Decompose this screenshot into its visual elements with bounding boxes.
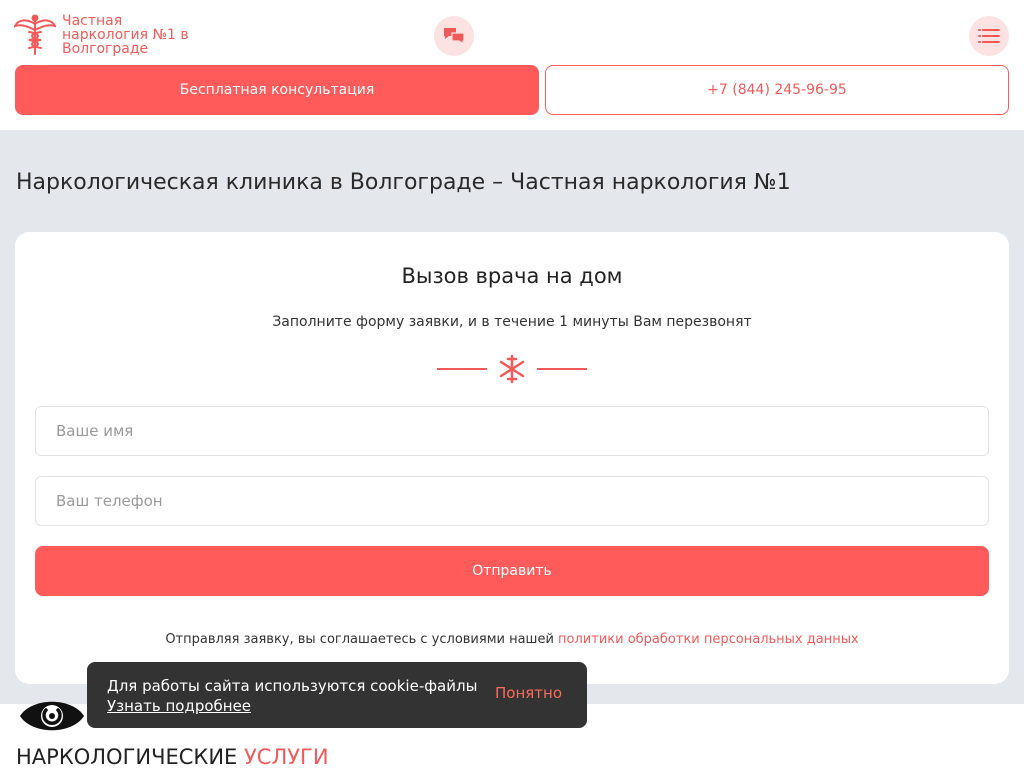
name-input[interactable] bbox=[35, 406, 989, 456]
chat-icon bbox=[444, 28, 465, 46]
privacy-policy-link[interactable]: политики обработки персональных данных bbox=[558, 632, 859, 647]
medical-star-icon bbox=[437, 354, 587, 384]
services-title-main: НАРКОЛОГИЧЕСКИЕ bbox=[16, 745, 238, 768]
cookie-accept-button[interactable]: Понятно bbox=[495, 684, 562, 702]
cookie-message: Для работы сайта используются cookie-фай… bbox=[107, 677, 478, 695]
form-title: Вызов врача на дом bbox=[401, 264, 623, 288]
logo-text: Частная наркология №1 в Волгограде bbox=[62, 13, 189, 57]
eye-icon[interactable] bbox=[18, 695, 86, 737]
caduceus-logo-icon bbox=[14, 14, 56, 55]
cookie-banner: Для работы сайта используются cookie-фай… bbox=[87, 662, 587, 728]
form-subtitle: Заполните форму заявки, и в течение 1 ми… bbox=[272, 314, 752, 330]
cookie-more-link[interactable]: Узнать подробнее bbox=[107, 696, 477, 716]
phone-input[interactable] bbox=[35, 476, 989, 526]
services-heading: НАРКОЛОГИЧЕСКИЕ УСЛУГИ bbox=[16, 745, 329, 768]
privacy-agreement: Отправляя заявку, вы соглашаетесь с усло… bbox=[15, 632, 1009, 647]
doctor-call-form-card: Вызов врача на дом Заполните форму заявк… bbox=[15, 232, 1009, 684]
chat-button[interactable] bbox=[434, 16, 474, 56]
submit-button[interactable]: Отправить bbox=[35, 546, 989, 596]
site-header: Частная наркология №1 в Волгограде Беспл… bbox=[0, 0, 1024, 130]
logo[interactable]: Частная наркология №1 в Волгограде bbox=[14, 14, 212, 56]
services-title-accent: УСЛУГИ bbox=[244, 745, 329, 768]
agreement-text: Отправляя заявку, вы соглашаетесь с усло… bbox=[165, 632, 554, 647]
page-title: Наркологическая клиника в Волгограде – Ч… bbox=[16, 170, 791, 195]
free-consultation-button[interactable]: Бесплатная консультация bbox=[15, 65, 539, 115]
cookie-text-block: Для работы сайта используются cookie-фай… bbox=[107, 676, 477, 716]
menu-icon bbox=[978, 29, 1000, 43]
menu-button[interactable] bbox=[969, 16, 1009, 56]
phone-button[interactable]: +7 (844) 245-96-95 bbox=[545, 65, 1009, 115]
